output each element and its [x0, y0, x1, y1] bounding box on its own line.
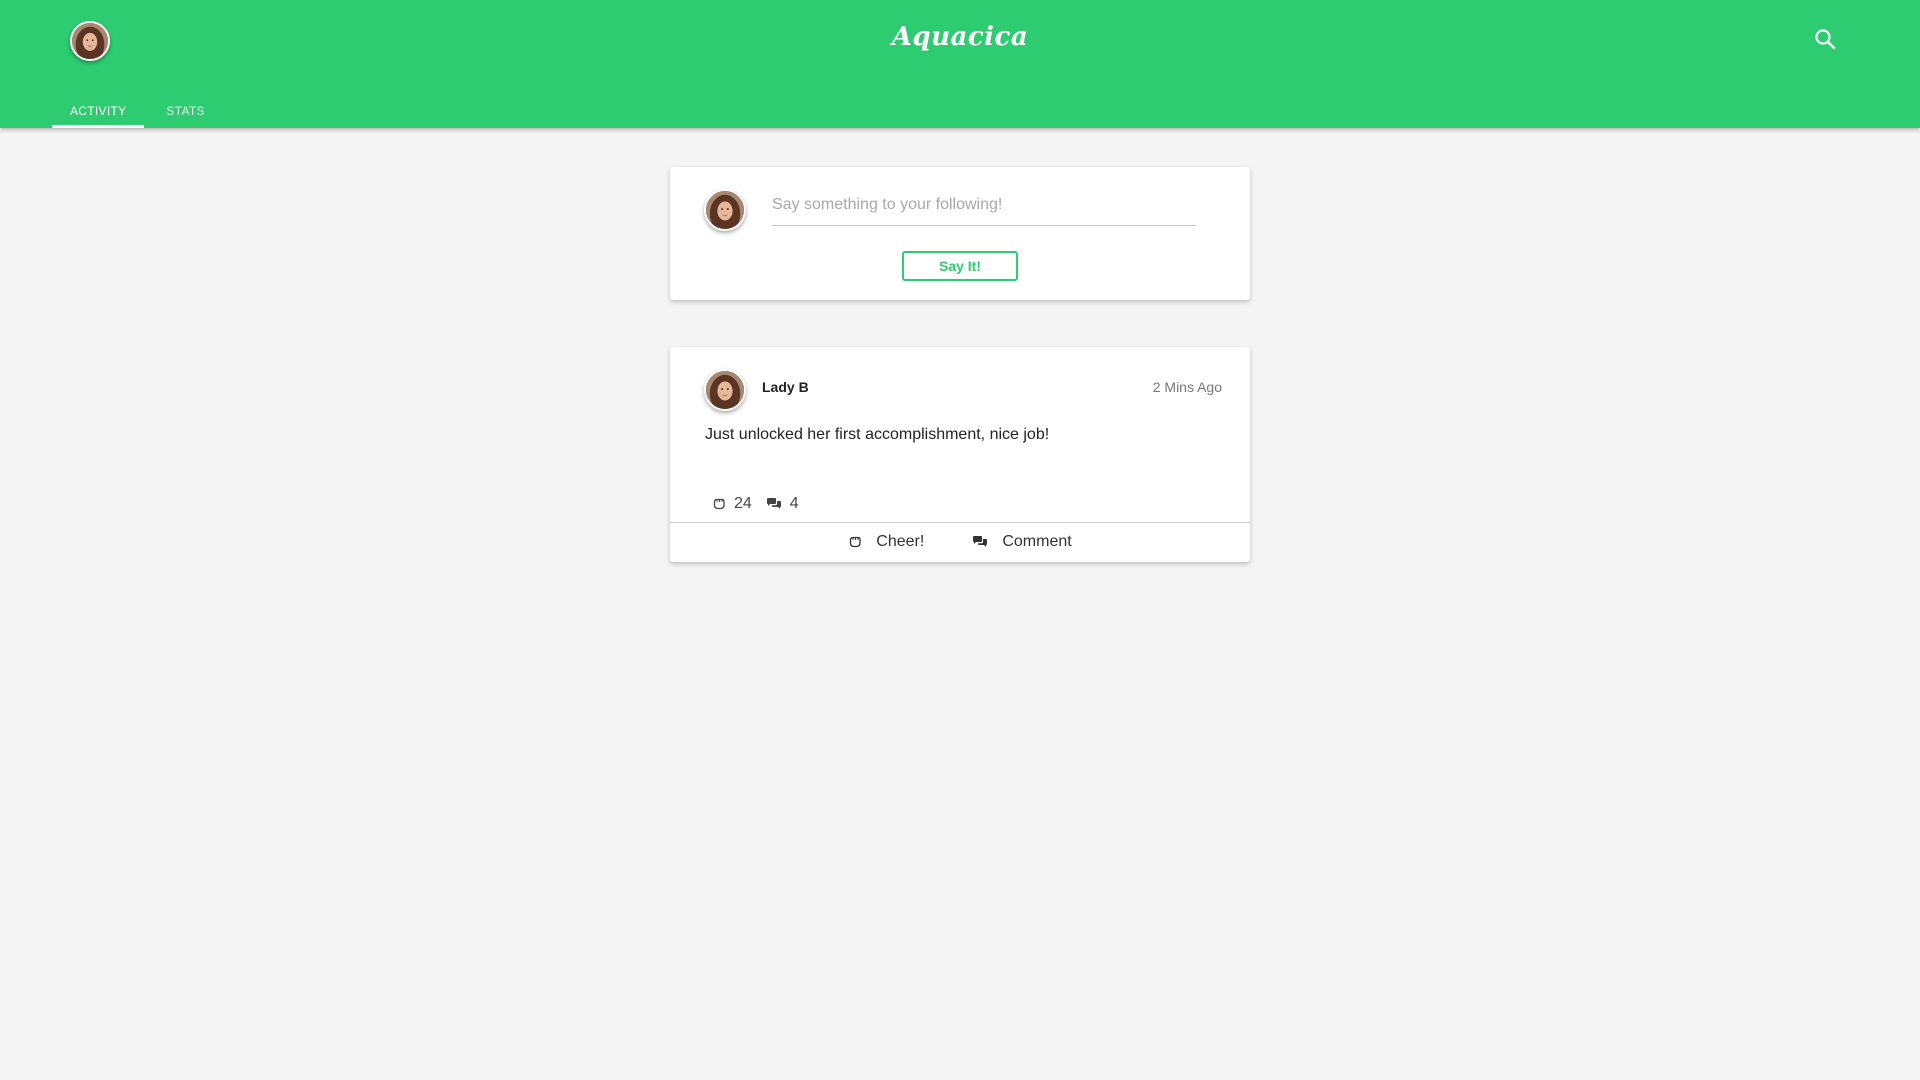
composer-card: Say It!	[670, 167, 1250, 300]
avatar-photo-icon	[706, 191, 744, 229]
fist-icon	[850, 536, 861, 548]
post-author-name[interactable]: Lady B	[762, 379, 809, 395]
avatar-photo-icon	[706, 371, 744, 409]
tab-stats[interactable]: STATS	[148, 96, 222, 128]
cheer-label: Cheer!	[876, 533, 925, 550]
composer-avatar	[704, 189, 746, 231]
post-actions: Cheer! Comment	[670, 523, 1250, 561]
app-brand-logo: Aquacica	[891, 22, 1029, 52]
cheer-count-stat: 24	[712, 495, 752, 513]
comment-label: Comment	[1002, 533, 1072, 550]
cheer-count: 24	[734, 495, 752, 512]
cheer-button[interactable]: Cheer!	[848, 533, 924, 551]
comments-icon	[766, 498, 781, 509]
comment-button[interactable]: Comment	[972, 533, 1072, 551]
comment-count: 4	[789, 495, 799, 512]
post-author-avatar[interactable]	[704, 369, 746, 411]
tab-activity[interactable]: ACTIVITY	[52, 96, 145, 128]
post-text: Just unlocked her first accomplishment, …	[705, 426, 1050, 443]
post-timestamp: 2 Mins Ago	[1152, 379, 1222, 395]
say-it-button[interactable]: Say It!	[902, 251, 1018, 281]
status-input[interactable]	[772, 185, 1196, 226]
post-stats: 24 4	[712, 495, 813, 513]
fist-icon	[713, 498, 725, 510]
comment-count-stat: 4	[766, 495, 799, 513]
tab-bar: ACTIVITY STATS	[52, 96, 227, 128]
search-icon[interactable]	[1812, 26, 1840, 54]
comments-icon	[973, 536, 988, 547]
post-card: Lady B 2 Mins Ago Just unlocked her firs…	[670, 347, 1250, 562]
app-bar: Aquacica ACTIVITY STATS	[0, 0, 1920, 128]
